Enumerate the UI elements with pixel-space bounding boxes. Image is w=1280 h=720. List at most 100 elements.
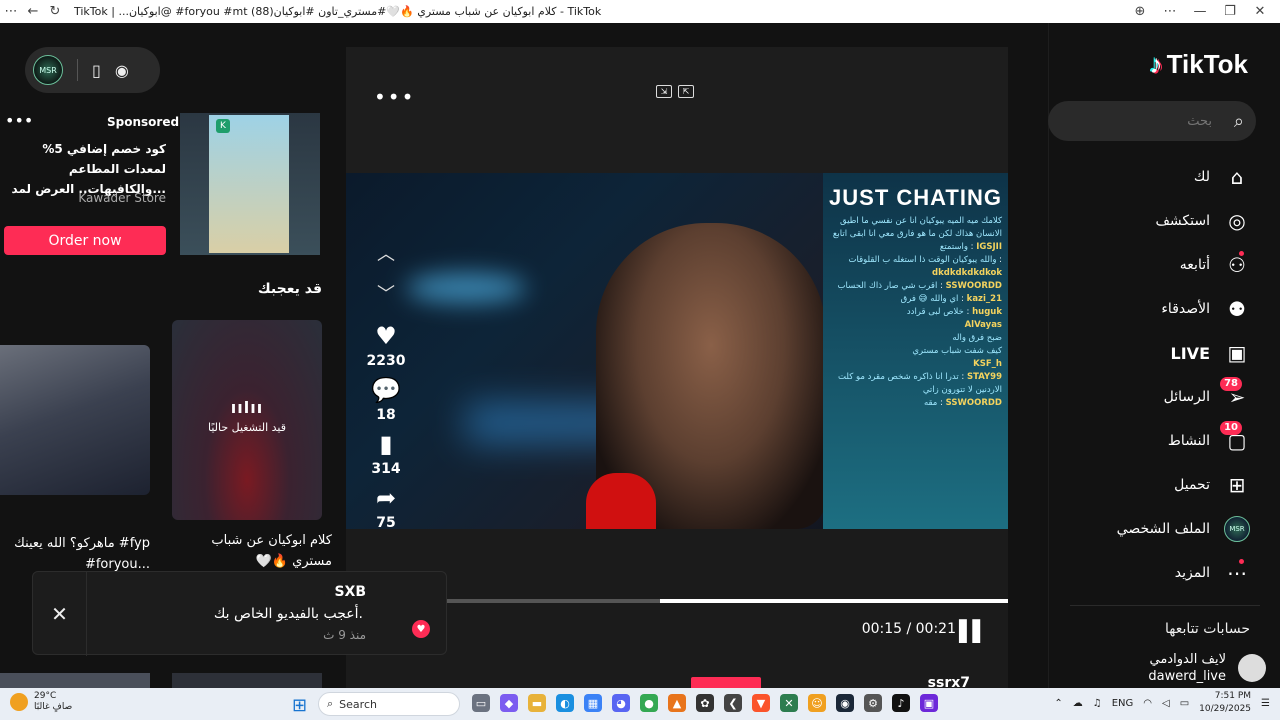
like-button[interactable]: ♥ 2230 [367,321,406,369]
weather-icon [10,693,28,711]
steam-icon[interactable]: ◉ [836,694,854,712]
profile-avatar: MSR [1224,516,1250,542]
comment-button[interactable]: 💬 18 [371,375,401,423]
close-icon[interactable]: ✕ [33,572,87,656]
pause-button[interactable]: ▌▌ [959,619,988,643]
notification-icon[interactable]: ☰ [1261,698,1270,709]
edge-icon[interactable]: ◐ [556,694,574,712]
ad-image[interactable]: K [180,113,320,255]
video-thumbnail[interactable]: ıılıı قيد التشغيل حاليًا [172,320,322,520]
pip-icon[interactable]: ⇲ [656,85,672,98]
minimize-icon[interactable]: — [1186,1,1214,23]
sidebar-item-label: تحميل [1174,477,1210,493]
share-icon: ➦ [375,484,397,512]
taskbar-search[interactable]: ⌕ Search [318,692,460,716]
app-icon[interactable]: ▲ [668,694,686,712]
sidebar-item-more[interactable]: المزيد ⋯ [1070,551,1250,595]
more-options-icon[interactable]: ••• [374,85,415,109]
volume-icon[interactable]: ◁ [1162,698,1170,709]
notification-dot [1239,559,1244,564]
tiktok-taskbar-icon[interactable]: ♪ [892,694,910,712]
like-count: 2230 [366,353,406,369]
app-icon[interactable]: ❮ [724,694,742,712]
video-frame[interactable]: JUST CHATING كلامك ميه الميه يبوكيان انا… [346,173,1008,529]
taskbar: 29°C صافٍ غالبًا ⊞ ⌕ Search ▭ ◆ ▬ ◐ ▦ ◕ … [0,688,1280,720]
windows-start-icon[interactable]: ⊞ [292,695,307,716]
sidebar-item-upload[interactable]: تحميل ⊞ [1070,463,1250,507]
language-indicator[interactable]: ENG [1112,698,1134,709]
app-icon[interactable]: ⚙ [864,694,882,712]
wifi-icon[interactable]: ◠ [1143,698,1152,709]
zoom-icon[interactable]: ⊕ [1126,1,1154,23]
suggested-video-card[interactable]: ıılıı قيد التشغيل حاليًا كلام ابوكيان عن… [172,320,332,593]
sidebar-item-label: الرسائل [1163,389,1210,405]
chevron-up-icon[interactable]: ︿ [377,235,395,275]
app-icon[interactable]: ☺ [808,694,826,712]
restore-icon[interactable]: ❐ [1216,1,1244,23]
app-icon[interactable]: ▣ [920,694,938,712]
search-icon[interactable]: ⌕ [1234,111,1244,132]
close-icon[interactable]: ✕ [1246,1,1274,23]
video-thumbnail[interactable] [0,673,150,688]
file-explorer-icon[interactable]: ▬ [528,694,546,712]
sidebar-item-following[interactable]: أتابعه ⚇ [1070,243,1250,287]
chevron-up-icon[interactable]: ⌃ [1054,698,1062,709]
sidebar-item-label: أتابعه [1179,257,1210,273]
chat-line: AlVayas [964,320,1002,330]
miniplayer-icon[interactable]: ⇱ [678,85,694,98]
home-icon: ⌂ [1230,165,1244,189]
following-account[interactable]: لايف الدوادمي dawerd_live [1148,651,1266,685]
menu-icon[interactable]: ⋯ [1156,1,1184,23]
top-left-toolbar: MSR ▯ ◉ [25,47,160,93]
progress-bar[interactable] [446,599,1008,603]
heart-icon: ♥ [412,620,430,638]
app-icon[interactable]: ✕ [780,694,798,712]
video-owner-name[interactable]: ssrx7 [928,675,970,688]
mic-icon[interactable]: ♫ [1093,698,1102,709]
weather-widget[interactable]: 29°C صافٍ غالبًا [10,691,72,713]
sidebar-item-messages[interactable]: 78 الرسائل ➢ [1070,375,1250,419]
user-avatar[interactable]: MSR [33,55,63,85]
share-button[interactable]: ➦ 75 [376,483,396,531]
sidebar-item-live[interactable]: LIVE ▣ [1070,331,1250,375]
reload-icon[interactable]: ↻ [44,1,66,23]
chrome-icon[interactable]: ● [640,694,658,712]
sidebar-item-activity[interactable]: 10 النشاط ▢ [1070,419,1250,463]
video-thumbnail[interactable] [172,673,322,688]
friends-icon: ⚉ [1228,297,1246,321]
sidebar-item-for-you[interactable]: لك ⌂ [1070,155,1250,199]
window-title: TikTok | ...ابوكيان@ #foryou #mt كلام اب… [74,5,602,18]
video-caption[interactable]: ماهركو؟ الله يعينك #fyp #foryou... [0,533,150,575]
battery-icon[interactable]: ▭ [1180,698,1189,709]
chevron-down-icon[interactable]: ﹀ [377,275,395,315]
phone-icon[interactable]: ▯ [92,61,101,80]
video-thumbnail[interactable] [0,345,150,495]
sidebar-item-profile[interactable]: الملف الشخصي MSR [1070,507,1250,551]
store-icon[interactable]: ▦ [584,694,602,712]
chat-lines: كلامك ميه الميه يبوكيان انا عن نفسي ما ا… [829,215,1002,410]
task-view-icon[interactable]: ▭ [472,694,490,712]
network-icon[interactable]: ☁ [1073,698,1083,709]
copilot-icon[interactable]: ◆ [500,694,518,712]
notification-toast[interactable]: ✕ SXB أعجب بالفيديو الخاص بك. منذ 9 ث ♥ [32,571,447,656]
tiktok-icon[interactable]: ◉ [115,61,129,80]
suggested-video-card[interactable]: ماهركو؟ الله يعينك #fyp #foryou... [0,345,150,575]
order-now-button[interactable]: Order now [4,226,166,255]
clock[interactable]: 7:51 PM 10/29/2025 [1199,690,1251,716]
sidebar-item-explore[interactable]: استكشف ◎ [1070,199,1250,243]
window-titlebar: ⋯ ← ↻ TikTok | ...ابوكيان@ #foryou #mt ك… [0,0,1280,23]
brave-icon[interactable]: ▼ [752,694,770,712]
app-icon[interactable]: ✿ [696,694,714,712]
ad-options-icon[interactable]: ••• [5,111,33,130]
back-icon[interactable]: ← [22,1,44,23]
search-input[interactable] [1062,113,1212,129]
tiktok-logo[interactable]: ♪ TikTok [1150,49,1248,80]
taskbar-search-label: Search [339,697,377,711]
chat-overlay-title: JUST CHATING [829,185,1002,210]
ad-store-name[interactable]: Kawader Store [6,191,166,205]
save-button[interactable]: ▮ 314 [371,429,400,477]
sidebar-item-friends[interactable]: الأصدقاء ⚉ [1070,287,1250,331]
follow-button-strip[interactable] [691,677,761,688]
discord-icon[interactable]: ◕ [612,694,630,712]
search-box[interactable]: ⌕ [1048,101,1256,141]
